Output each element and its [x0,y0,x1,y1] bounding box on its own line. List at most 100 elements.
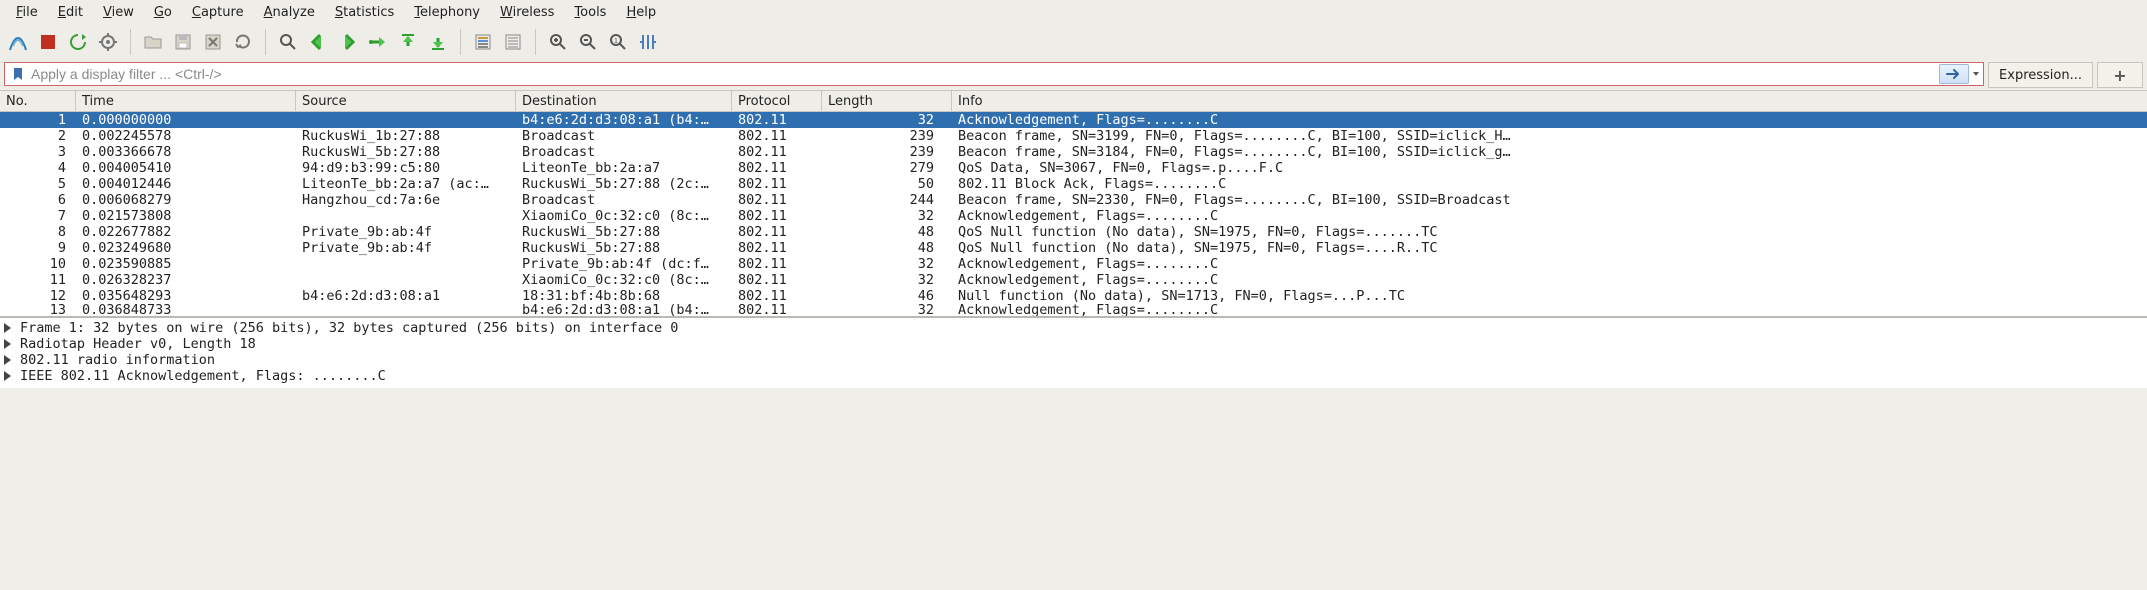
go-first-button[interactable] [394,28,422,56]
cell-destination: Broadcast [516,192,732,208]
cell-time: 0.021573808 [76,208,296,224]
cell-time: 0.035648293 [76,288,296,304]
packet-row[interactable]: 60.006068279Hangzhou_cd:7a:6eBroadcast80… [0,192,2147,208]
packet-row[interactable]: 20.002245578RuckusWi_1b:27:88Broadcast80… [0,128,2147,144]
column-header-length[interactable]: Length [822,91,952,111]
capture-options-button[interactable] [94,28,122,56]
save-file-icon [173,32,193,52]
cell-destination: b4:e6:2d:d3:08:a1 (b4:… [516,304,732,316]
column-header-source[interactable]: Source [296,91,516,111]
cell-protocol: 802.11 [732,208,822,224]
cell-source: 94:d9:b3:99:c5:80 [296,160,516,176]
apply-filter-button[interactable] [1939,64,1969,84]
cell-no: 4 [0,160,76,176]
packet-row[interactable]: 90.023249680Private_9b:ab:4fRuckusWi_5b:… [0,240,2147,256]
toolbar-separator [130,29,131,55]
column-header-time[interactable]: Time [76,91,296,111]
menu-help[interactable]: Help [616,2,666,24]
cell-info: Acknowledgement, Flags=........C [952,112,2147,128]
menu-edit[interactable]: Edit [48,2,93,24]
column-header-info[interactable]: Info [952,91,2147,111]
menu-capture[interactable]: Capture [182,2,254,24]
zoom-out-button[interactable] [574,28,602,56]
cell-time: 0.002245578 [76,128,296,144]
menu-analyze[interactable]: Analyze [254,2,325,24]
packet-details-pane[interactable]: Frame 1: 32 bytes on wire (256 bits), 32… [0,316,2147,388]
column-header-no[interactable]: No. [0,91,76,111]
packet-row[interactable]: 10.000000000b4:e6:2d:d3:08:a1 (b4:…802.1… [0,112,2147,128]
cell-protocol: 802.11 [732,304,822,316]
packet-row[interactable]: 40.00400541094:d9:b3:99:c5:80LiteonTe_bb… [0,160,2147,176]
cell-time: 0.000000000 [76,112,296,128]
go-back-button[interactable] [304,28,332,56]
filter-history-dropdown[interactable] [1971,63,1981,85]
packet-row[interactable]: 70.021573808XiaomiCo_0c:32:c0 (8c:…802.1… [0,208,2147,224]
display-filter-input[interactable] [29,65,1939,83]
packet-list[interactable]: 10.000000000b4:e6:2d:d3:08:a1 (b4:…802.1… [0,112,2147,316]
menu-file[interactable]: File [6,2,48,24]
toolbar-separator [265,29,266,55]
find-packet-button[interactable] [274,28,302,56]
restart-capture-button[interactable] [64,28,92,56]
cell-destination: 18:31:bf:4b:8b:68 [516,288,732,304]
go-last-button[interactable] [424,28,452,56]
cell-no: 3 [0,144,76,160]
go-to-packet-button[interactable] [364,28,392,56]
menu-go[interactable]: Go [144,2,182,24]
start-capture-button[interactable] [4,28,32,56]
packet-row[interactable]: 100.023590885Private_9b:ab:4f (dc:f…802.… [0,256,2147,272]
reload-button[interactable] [229,28,257,56]
menu-wireless[interactable]: Wireless [490,2,564,24]
cell-protocol: 802.11 [732,160,822,176]
cell-info: QoS Null function (No data), SN=1975, FN… [952,224,2147,240]
expression-button[interactable]: Expression... [1988,62,2093,88]
menu-telephony[interactable]: Telephony [404,2,490,24]
packet-row[interactable]: 110.026328237XiaomiCo_0c:32:c0 (8c:…802.… [0,272,2147,288]
close-file-button[interactable] [199,28,227,56]
svg-text:1: 1 [614,38,618,45]
cell-destination: RuckusWi_5b:27:88 (2c:… [516,176,732,192]
packet-row[interactable]: 130.036848733b4:e6:2d:d3:08:a1 (b4:…802.… [0,304,2147,316]
cell-destination: RuckusWi_5b:27:88 [516,240,732,256]
add-filter-button[interactable]: + [2097,62,2143,88]
auto-scroll-button[interactable] [469,28,497,56]
packet-row[interactable]: 30.003366678RuckusWi_5b:27:88Broadcast80… [0,144,2147,160]
zoom-reset-button[interactable]: 1 [604,28,632,56]
resize-columns-icon [638,32,658,52]
menu-statistics[interactable]: Statistics [325,2,404,24]
zoom-in-button[interactable] [544,28,572,56]
tree-item[interactable]: IEEE 802.11 Acknowledgement, Flags: ....… [4,368,2143,384]
tree-item[interactable]: Frame 1: 32 bytes on wire (256 bits), 32… [4,320,2143,336]
go-forward-button[interactable] [334,28,362,56]
cell-time: 0.022677882 [76,224,296,240]
cell-time: 0.023249680 [76,240,296,256]
cell-source: LiteonTe_bb:2a:a7 (ac:… [296,176,516,192]
packet-row[interactable]: 80.022677882Private_9b:ab:4fRuckusWi_5b:… [0,224,2147,240]
expand-icon[interactable] [4,339,14,349]
tree-item[interactable]: Radiotap Header v0, Length 18 [4,336,2143,352]
resize-columns-button[interactable] [634,28,662,56]
packet-row[interactable]: 120.035648293b4:e6:2d:d3:08:a118:31:bf:4… [0,288,2147,304]
save-file-button[interactable] [169,28,197,56]
cell-destination: XiaomiCo_0c:32:c0 (8c:… [516,272,732,288]
column-header-destination[interactable]: Destination [516,91,732,111]
packet-row[interactable]: 50.004012446LiteonTe_bb:2a:a7 (ac:…Rucku… [0,176,2147,192]
menu-view[interactable]: View [93,2,144,24]
go-first-icon [398,32,418,52]
cell-info: Beacon frame, SN=3199, FN=0, Flags=.....… [952,128,2147,144]
cell-no: 11 [0,272,76,288]
open-file-button[interactable] [139,28,167,56]
cell-info: Beacon frame, SN=3184, FN=0, Flags=.....… [952,144,2147,160]
expand-icon[interactable] [4,323,14,333]
bookmark-icon[interactable] [11,67,25,81]
tree-item[interactable]: 802.11 radio information [4,352,2143,368]
colorize-button[interactable] [499,28,527,56]
expand-icon[interactable] [4,355,14,365]
display-filter-field-wrap[interactable] [4,62,1984,86]
expand-icon[interactable] [4,371,14,381]
cell-length: 32 [822,304,952,316]
cell-info: Acknowledgement, Flags=........C [952,256,2147,272]
stop-capture-button[interactable] [34,28,62,56]
column-header-protocol[interactable]: Protocol [732,91,822,111]
menu-tools[interactable]: Tools [564,2,616,24]
